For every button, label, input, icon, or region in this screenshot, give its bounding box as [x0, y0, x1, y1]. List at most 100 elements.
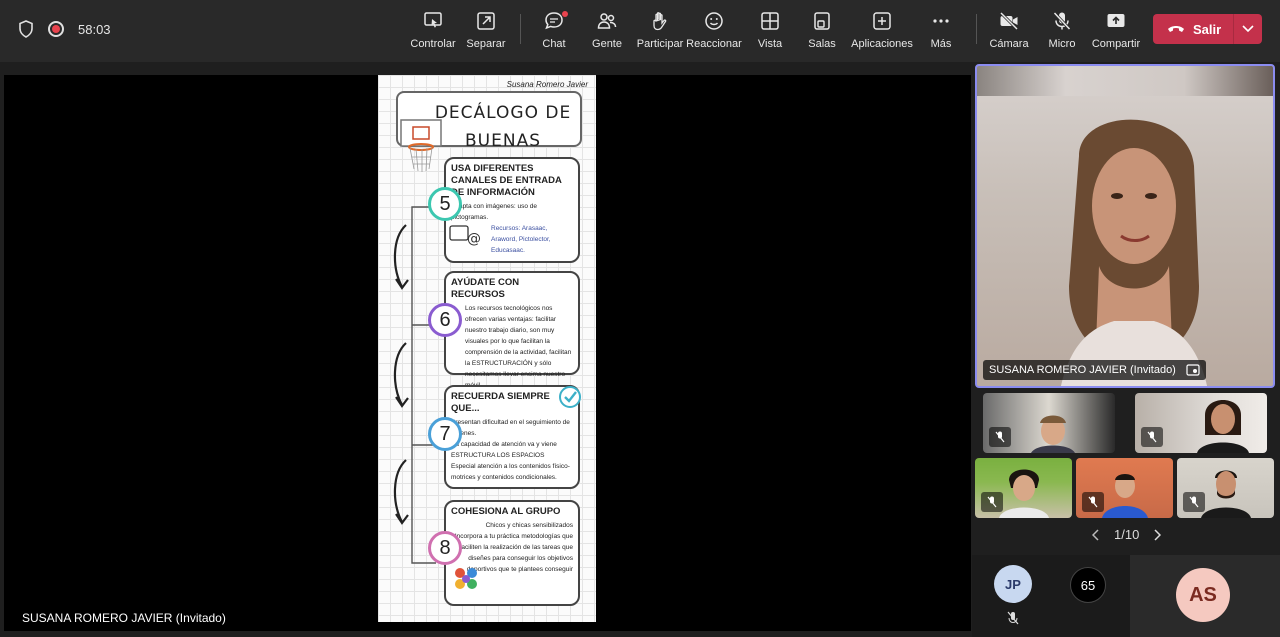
communication-icon: @ — [449, 225, 481, 247]
avatar-as: AS — [1176, 568, 1230, 622]
participant-video-feed — [1197, 400, 1249, 453]
gente-label: Gente — [592, 38, 622, 50]
vista-button[interactable]: Vista — [740, 10, 800, 50]
reaccionar-button[interactable]: Reaccionar — [684, 10, 744, 50]
compartir-button[interactable]: Compartir — [1086, 10, 1146, 50]
avatar-tile-as[interactable]: AS — [1130, 555, 1280, 637]
breakout-rooms-icon — [814, 12, 830, 30]
practice-text: Chicos y chicas sensibilizados — [485, 522, 573, 529]
mas-button[interactable]: Más — [911, 10, 971, 50]
muted-indicator — [1082, 492, 1104, 512]
svg-text:@: @ — [467, 231, 481, 247]
practice-text: Presentan dificultad en el seguimiento d… — [451, 419, 570, 437]
mic-off-icon — [1007, 611, 1019, 625]
participant-video-feed — [999, 469, 1049, 518]
recording-icon — [48, 21, 64, 37]
gente-button[interactable]: Gente — [577, 10, 637, 50]
practice-card-6: AYÚDATE CON RECURSOS Los recursos tecnol… — [444, 271, 580, 389]
practice-heading: AYÚDATE CON RECURSOS — [451, 277, 520, 300]
group-hands-icon — [455, 568, 477, 589]
practice-heading: COHESIONA AL GRUPO — [451, 506, 561, 517]
practice-heading: USA DIFERENTES CANALES DE ENTRADA DE INF… — [451, 163, 562, 198]
participant-tile[interactable] — [1135, 393, 1267, 453]
basketball-hoop-icon — [400, 119, 442, 172]
salas-label: Salas — [808, 38, 836, 50]
practice-text: Adapta con imágenes: uso de pictogramas. — [451, 203, 538, 221]
mic-off-icon — [987, 496, 997, 508]
aplicaciones-button[interactable]: Aplicaciones — [851, 10, 913, 50]
micro-label: Micro — [1048, 38, 1076, 50]
checkmark-icon — [559, 386, 581, 408]
mic-off-icon — [1053, 11, 1071, 31]
practice-text: Especial atención a los contenidos físic… — [451, 463, 570, 481]
unread-dot — [562, 11, 568, 17]
participant-tile[interactable] — [983, 393, 1115, 453]
participant-video-feed — [1102, 474, 1148, 518]
separar-button[interactable]: Separar — [456, 10, 516, 50]
camara-button[interactable]: Cámara — [979, 10, 1039, 50]
participant-video-feed — [1201, 470, 1251, 518]
practice-text: ESTRUCTURA LOS ESPACIOS — [451, 452, 545, 459]
meeting-toolbar: 58:03 Controlar Separar Chat Gente Parti… — [0, 0, 1280, 62]
presenter-name-label: SUSANA ROMERO JAVIER (Invitado) — [16, 609, 232, 627]
participar-button[interactable]: Participar — [630, 10, 690, 50]
slide-author: Susana Romero Javier — [506, 80, 588, 89]
grid-view-icon — [761, 12, 779, 30]
muted-indicator — [989, 427, 1011, 447]
background-wall — [977, 66, 1273, 96]
chevron-left-icon[interactable] — [1092, 528, 1100, 541]
more-icon — [933, 19, 949, 23]
step-number: 6 — [428, 303, 462, 337]
speaker-name: SUSANA ROMERO JAVIER (Invitado) — [989, 364, 1176, 376]
people-icon — [597, 13, 617, 29]
chevron-right-icon[interactable] — [1153, 528, 1162, 541]
controlar-label: Controlar — [410, 38, 456, 50]
mas-label: Más — [930, 38, 952, 50]
take-control-icon — [424, 12, 442, 28]
practice-text: Los recursos tecnológicos nos ofrecen va… — [465, 305, 572, 389]
pop-out-icon — [477, 12, 495, 30]
timeline-connector — [411, 206, 436, 564]
salas-button[interactable]: Salas — [792, 10, 852, 50]
more-participants-count[interactable]: 65 — [1070, 567, 1106, 603]
participant-tile[interactable] — [975, 458, 1072, 518]
chevron-down-icon — [1242, 25, 1254, 33]
raise-hand-icon — [653, 12, 667, 31]
camera-off-icon — [999, 11, 1019, 31]
step-number: 8 — [428, 531, 462, 565]
compartir-label: Compartir — [1091, 38, 1141, 50]
muted-indicator — [981, 492, 1003, 512]
share-screen-icon — [1107, 14, 1125, 27]
leave-button[interactable]: Salir — [1153, 14, 1233, 44]
controlar-button[interactable]: Controlar — [403, 10, 463, 50]
active-speaker-video[interactable]: SUSANA ROMERO JAVIER (Invitado) — [975, 64, 1275, 388]
audio-participants-row: JP 65 AS — [972, 555, 1280, 637]
chat-button[interactable]: Chat — [524, 10, 584, 50]
gallery-pager: 1/10 — [1092, 527, 1162, 542]
avatar-jp[interactable]: JP — [994, 565, 1032, 603]
page-indicator: 1/10 — [1114, 527, 1140, 542]
camara-label: Cámara — [989, 38, 1029, 50]
mic-off-icon — [995, 431, 1005, 443]
meeting-timer: 58:03 — [78, 21, 111, 37]
participant-video-feed — [1031, 415, 1075, 453]
step-number: 7 — [428, 417, 462, 451]
mic-off-icon — [1189, 496, 1199, 508]
participant-tile[interactable] — [1076, 458, 1173, 518]
spotlight-icon[interactable] — [1186, 364, 1200, 376]
vista-label: Vista — [757, 38, 783, 50]
mic-off-icon — [1088, 496, 1098, 508]
leave-label: Salir — [1193, 21, 1222, 37]
speaker-video-feed — [1061, 119, 1207, 386]
muted-indicator — [1141, 427, 1163, 447]
chat-label: Chat — [542, 38, 566, 50]
step-number: 5 — [428, 187, 462, 221]
leave-options-button[interactable] — [1234, 14, 1262, 44]
micro-button[interactable]: Micro — [1032, 10, 1092, 50]
add-apps-icon — [873, 12, 891, 30]
participant-tile[interactable] — [1177, 458, 1274, 518]
shared-content-stage: Susana Romero Javier DECÁLOGO DE BUENAS … — [4, 75, 971, 631]
aplicaciones-label: Aplicaciones — [851, 38, 913, 50]
meeting-info: 58:03 — [18, 20, 111, 38]
shield-icon[interactable] — [18, 20, 34, 38]
